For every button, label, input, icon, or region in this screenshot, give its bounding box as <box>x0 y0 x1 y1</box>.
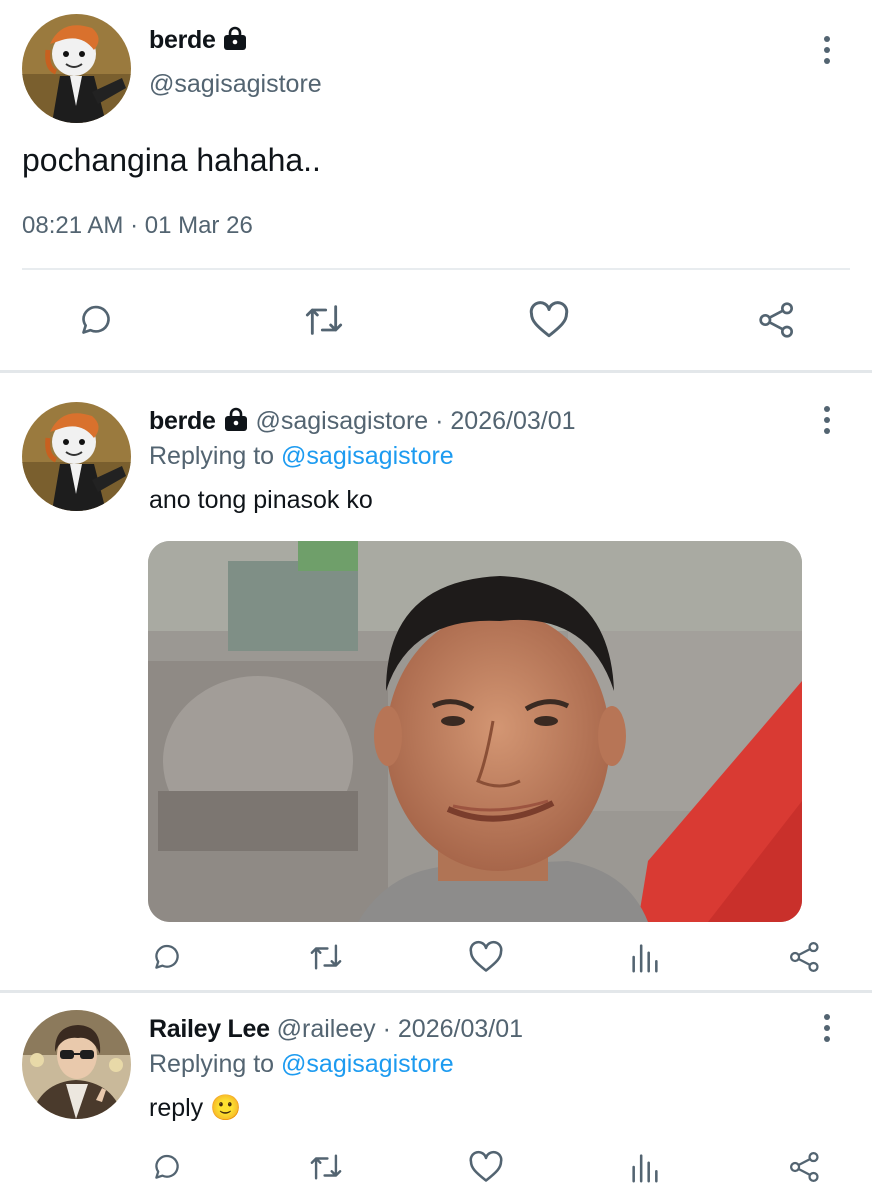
replying-to: Replying to @sagisagistore <box>149 442 454 471</box>
handle[interactable]: @sagisagistore <box>149 70 322 99</box>
reply-header[interactable]: berde @sagisagistore · 2026/03/01 <box>149 407 576 438</box>
lock-icon <box>223 407 249 438</box>
share-icon[interactable] <box>787 940 823 974</box>
handle-date: @sagisagistore · 2026/03/01 <box>255 407 576 435</box>
section-divider <box>0 370 872 373</box>
mention-link[interactable]: @sagisagistore <box>281 1050 454 1078</box>
media-image[interactable] <box>148 541 802 922</box>
retweet-icon[interactable] <box>307 940 345 974</box>
avatar[interactable] <box>22 1010 131 1119</box>
reply-text: reply 🙂 <box>149 1094 242 1122</box>
display-name[interactable]: berde <box>149 407 216 435</box>
replying-prefix: Replying to <box>149 1050 282 1078</box>
reply-icon[interactable] <box>76 300 116 340</box>
more-options-icon[interactable] <box>817 404 837 436</box>
mention-link[interactable]: @sagisagistore <box>281 442 454 470</box>
reply-icon[interactable] <box>150 940 184 974</box>
replying-prefix: Replying to <box>149 442 282 470</box>
like-icon[interactable] <box>528 300 570 340</box>
reply-header[interactable]: Railey Lee @raileey · 2026/03/01 <box>149 1015 523 1044</box>
avatar[interactable] <box>22 14 131 123</box>
like-icon[interactable] <box>468 1150 504 1184</box>
timestamp[interactable]: 08:21 AM · 01 Mar 26 <box>22 212 253 240</box>
share-icon[interactable] <box>787 1150 823 1184</box>
handle-date: @raileey · 2026/03/01 <box>276 1015 524 1043</box>
share-icon[interactable] <box>756 300 798 340</box>
like-icon[interactable] <box>468 940 504 974</box>
reply-text: ano tong pinasok ko <box>149 486 373 514</box>
more-options-icon[interactable] <box>817 34 837 66</box>
display-name[interactable]: berde <box>149 26 248 57</box>
views-icon[interactable] <box>628 1150 662 1184</box>
display-name[interactable]: Railey Lee <box>149 1015 270 1043</box>
replying-to: Replying to @sagisagistore <box>149 1050 454 1079</box>
display-name-text: berde <box>149 26 216 54</box>
reply-icon[interactable] <box>150 1150 184 1184</box>
retweet-icon[interactable] <box>307 1150 345 1184</box>
retweet-icon[interactable] <box>302 300 346 340</box>
tweet-text: pochangina hahaha.. <box>22 142 321 178</box>
avatar[interactable] <box>22 402 131 511</box>
more-options-icon[interactable] <box>817 1012 837 1044</box>
section-divider <box>0 990 872 993</box>
divider <box>22 268 850 270</box>
views-icon[interactable] <box>628 940 662 974</box>
lock-icon <box>222 26 248 57</box>
